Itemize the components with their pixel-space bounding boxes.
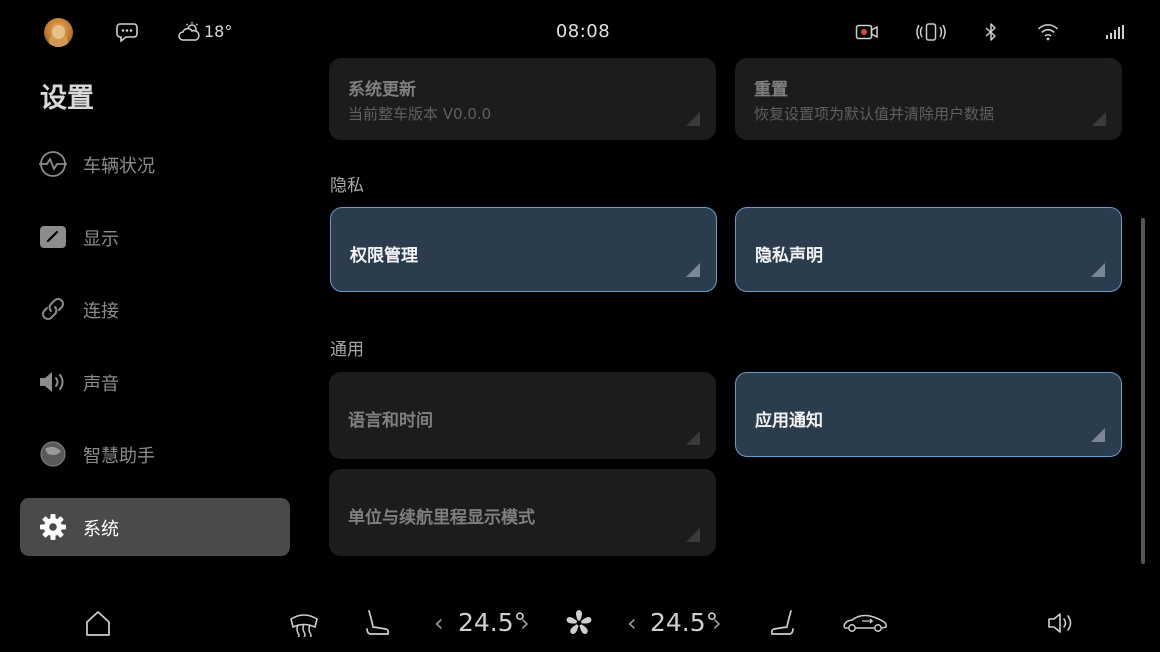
right-temperature: 24.5°: [650, 608, 719, 637]
corner-arrow-icon: [1092, 112, 1106, 126]
card-subtitle: 恢复设置项为默认值并清除用户数据: [754, 105, 995, 123]
card-title: 隐私声明: [755, 246, 823, 266]
left-temp-increase-button[interactable]: ›: [520, 609, 530, 637]
app-notification-card[interactable]: 应用通知: [735, 372, 1122, 457]
bluetooth-icon[interactable]: [982, 20, 1000, 44]
reset-card[interactable]: 重置 恢复设置项为默认值并清除用户数据: [735, 58, 1122, 140]
rear-defrost-icon[interactable]: [288, 606, 320, 640]
gear-icon: [38, 513, 68, 541]
section-title-general: 通用: [330, 340, 364, 360]
left-temp-decrease-button[interactable]: ‹: [434, 609, 444, 637]
scrollbar[interactable]: [1141, 218, 1145, 564]
page-title: 设置: [40, 83, 94, 114]
corner-arrow-icon: [686, 431, 700, 445]
sidebar-item-label: 车辆状况: [83, 156, 155, 177]
home-icon[interactable]: [83, 606, 113, 640]
cellular-signal-icon: [1104, 20, 1126, 44]
dashcam-record-icon[interactable]: [855, 20, 879, 44]
weather-temperature: 18°: [204, 22, 233, 41]
sidebar-item-sound[interactable]: 声音: [20, 353, 290, 411]
card-title: 应用通知: [755, 411, 823, 431]
avatar[interactable]: [44, 18, 73, 47]
vehicle-status-icon: [38, 150, 68, 178]
card-title: 权限管理: [350, 246, 418, 266]
sidebar-item-system[interactable]: 系统: [20, 498, 290, 556]
permission-management-card[interactable]: 权限管理: [330, 207, 717, 292]
car-icon[interactable]: [842, 606, 888, 640]
display-icon: [38, 223, 68, 251]
corner-arrow-icon: [686, 112, 700, 126]
vibrate-mode-icon[interactable]: [916, 20, 946, 44]
corner-arrow-icon: [686, 263, 700, 277]
sidebar-item-label: 智慧助手: [83, 446, 155, 467]
left-temperature: 24.5°: [458, 608, 527, 637]
language-time-card[interactable]: 语言和时间: [329, 372, 716, 459]
sidebar-item-label: 连接: [83, 301, 119, 322]
sidebar-item-label: 显示: [83, 229, 119, 250]
unit-range-display-card[interactable]: 单位与续航里程显示模式: [329, 469, 716, 556]
status-bar: 18° 08:08: [0, 0, 1160, 64]
assistant-icon: [38, 440, 68, 468]
sidebar-item-display[interactable]: 显示: [20, 208, 290, 266]
section-title-privacy: 隐私: [330, 176, 364, 196]
sidebar-item-connection[interactable]: 连接: [20, 280, 290, 338]
passenger-seat-icon[interactable]: [768, 606, 796, 640]
right-temp-decrease-button[interactable]: ‹: [627, 609, 637, 637]
sidebar-item-smart-assistant[interactable]: 智慧助手: [20, 425, 290, 483]
corner-arrow-icon: [686, 528, 700, 542]
corner-arrow-icon: [1091, 428, 1105, 442]
corner-arrow-icon: [1091, 263, 1105, 277]
weather-cloud-sun-icon: [178, 20, 202, 44]
system-update-card[interactable]: 系统更新 当前整车版本 V0.0.0: [329, 58, 716, 140]
card-title: 重置: [754, 80, 788, 100]
right-temp-increase-button[interactable]: ›: [712, 609, 722, 637]
sidebar-item-label: 系统: [83, 519, 119, 540]
card-title: 系统更新: [348, 80, 416, 100]
speaker-icon: [38, 368, 68, 396]
message-icon[interactable]: [114, 20, 140, 44]
card-subtitle: 当前整车版本 V0.0.0: [348, 105, 492, 123]
wifi-icon[interactable]: [1036, 20, 1060, 44]
card-title: 语言和时间: [348, 411, 433, 431]
clock: 08:08: [555, 21, 611, 42]
driver-seat-icon[interactable]: [364, 606, 392, 640]
sidebar-item-label: 声音: [83, 374, 119, 395]
volume-icon[interactable]: [1046, 606, 1078, 640]
card-title: 单位与续航里程显示模式: [348, 508, 535, 528]
link-icon: [38, 295, 68, 323]
privacy-statement-card[interactable]: 隐私声明: [735, 207, 1122, 292]
sidebar-item-vehicle-status[interactable]: 车辆状况: [20, 135, 290, 193]
fan-icon[interactable]: [564, 606, 594, 640]
